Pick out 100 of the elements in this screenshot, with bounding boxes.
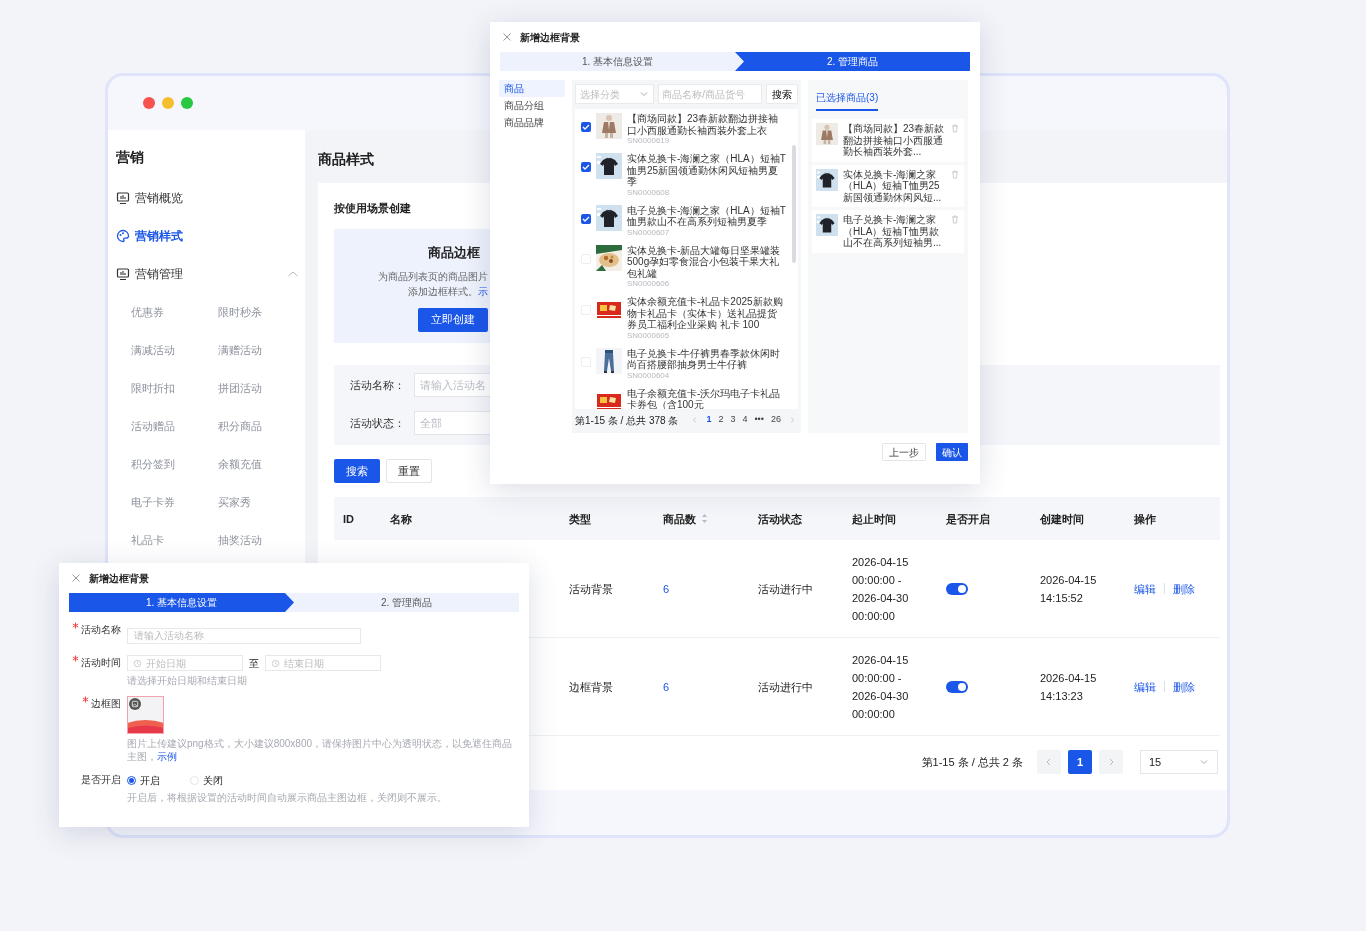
page-link[interactable]: ••• — [754, 413, 764, 427]
table-cell-text: 2026-04-15 — [852, 652, 910, 668]
selected-tab[interactable]: 已选择商品(3) — [816, 88, 879, 111]
scrollbar[interactable] — [792, 145, 796, 263]
page-size-select[interactable]: 15 — [1140, 750, 1218, 774]
checkbox[interactable] — [581, 162, 591, 172]
page-link[interactable]: 2 — [718, 413, 724, 427]
radio-label[interactable]: 关闭 — [203, 772, 223, 788]
delete-link[interactable]: 删除 — [1173, 677, 1195, 696]
field-label: 边框图 — [91, 697, 121, 711]
reset-button[interactable]: 重置 — [386, 459, 432, 483]
product-name: 实体兑换卡-海澜之家（HLA）短袖T恤男25新国领通勤休闲风短... — [843, 168, 943, 203]
close-icon[interactable] — [502, 32, 512, 42]
previous-page-button[interactable] — [1037, 750, 1061, 774]
monitor-icon — [116, 267, 130, 281]
sidebar-subitem[interactable]: 积分签到 — [131, 445, 218, 483]
example-link[interactable]: 示 — [478, 285, 488, 297]
product-name: 电子兑换卡-牛仔裤男春季款休闲时尚百搭腰部抽身男士牛仔裤 — [627, 347, 782, 371]
sidebar-item[interactable]: 营销概览 — [116, 179, 305, 217]
sidebar-subitem[interactable]: 限时折扣 — [131, 369, 218, 407]
product-name: 实体兑换卡-海澜之家（HLA）短袖T恤男25新国领通勤休闲风短袖男夏季 — [627, 153, 786, 188]
example-link[interactable]: 示例 — [157, 751, 177, 762]
sidebar-subitem[interactable]: 礼品卡 — [131, 521, 218, 559]
create-button[interactable]: 立即创建 — [418, 307, 488, 332]
table-cell-text: 2026-04-30 — [852, 688, 910, 704]
image-icon[interactable] — [129, 698, 141, 710]
sort-icon[interactable] — [700, 513, 709, 524]
step-tab[interactable]: 2. 管理商品 — [294, 593, 519, 612]
field-label: 活动名称： — [349, 377, 405, 393]
pagination-summary: 第1-15 条 / 总共 2 条 — [921, 754, 1023, 770]
column-header: ID — [343, 511, 354, 527]
field-label: 活动名称 — [81, 623, 121, 637]
product-name: 实体兑换卡-新品大罐每日坚果罐装500g孕妇零食混合小包装干果大礼包礼罐 — [627, 244, 782, 279]
confirm-button[interactable]: 确认 — [936, 443, 968, 461]
product-name: 电子兑换卡-海澜之家（HLA）短袖T恤男款山不在高系列短袖男夏季 — [627, 204, 786, 228]
delete-link[interactable]: 删除 — [1173, 579, 1195, 598]
page-link[interactable]: 1 — [706, 413, 712, 427]
search-button[interactable]: 搜索 — [766, 84, 798, 104]
trash-icon[interactable] — [950, 168, 960, 179]
table-cell-text: 14:13:23 — [1040, 688, 1084, 704]
edit-link[interactable]: 编辑 — [1134, 579, 1156, 598]
menu-item[interactable]: 商品分组 — [499, 97, 565, 114]
edit-link[interactable]: 编辑 — [1134, 677, 1156, 696]
product-name: 电子余额充值卡-沃尔玛电子卡礼品卡券包（含100元 — [627, 387, 782, 409]
step-tab[interactable]: 2. 管理商品 — [735, 52, 970, 71]
sidebar-item[interactable]: 营销样式 — [116, 217, 305, 255]
toggle-switch[interactable] — [946, 582, 968, 595]
field-hint: 开启后，将根据设置的活动时间自动展示商品主图边框，关闭则不展示。 — [127, 791, 448, 804]
column-header: 操作 — [1134, 511, 1156, 527]
input-field[interactable]: 全部 — [414, 411, 490, 435]
page-button[interactable]: 1 — [1068, 750, 1092, 774]
sidebar-subitem[interactable]: 抽奖活动 — [218, 521, 305, 559]
trash-icon[interactable] — [950, 123, 960, 133]
previous-step-button[interactable]: 上一步 — [882, 443, 926, 461]
page-link[interactable]: 4 — [742, 413, 748, 427]
sidebar-subitem[interactable]: 活动赠品 — [131, 407, 218, 445]
count-link[interactable]: 6 — [663, 680, 670, 693]
sidebar-subitem[interactable]: 买家秀 — [218, 483, 305, 521]
trash-icon[interactable] — [950, 214, 960, 224]
product-code: SN0000606 — [627, 279, 671, 289]
column-header: 类型 — [569, 511, 591, 527]
monitor-icon — [116, 191, 130, 205]
menu-item[interactable]: 商品品牌 — [499, 114, 565, 131]
product-name: 【商场同款】23春新款翻边拼接袖口小西服通勤长袖西装外套... — [843, 123, 945, 158]
sidebar-item[interactable]: 营销管理 — [116, 255, 305, 293]
checkbox[interactable] — [581, 122, 591, 132]
sidebar-subitem[interactable]: 优惠券 — [131, 293, 218, 331]
sidebar-subitem[interactable]: 满减活动 — [131, 331, 218, 369]
menu-item[interactable]: 商品 — [499, 80, 565, 97]
search-button[interactable]: 搜索 — [334, 459, 380, 483]
sidebar-subitem[interactable]: 拼团活动 — [218, 369, 305, 407]
sidebar-subitem[interactable]: 余额充值 — [218, 445, 305, 483]
sidebar-subitem[interactable]: 积分商品 — [218, 407, 305, 445]
maximize-button[interactable] — [181, 97, 193, 109]
product-code: SN0000619 — [627, 136, 671, 146]
table-cell-text: 2026-04-15 — [852, 554, 910, 570]
table-cell-text: 2026-04-15 — [1040, 670, 1098, 686]
count-link[interactable]: 6 — [663, 582, 670, 595]
page-link[interactable]: 26 — [770, 413, 781, 427]
close-button[interactable] — [143, 97, 155, 109]
input-field[interactable]: 请输入活动名 — [414, 373, 490, 397]
checkbox[interactable] — [581, 213, 591, 224]
table-cell: 边框背景 — [569, 680, 613, 693]
sidebar-subitem[interactable]: 满赠活动 — [218, 331, 305, 369]
next-page-button[interactable] — [1099, 750, 1123, 774]
step-tab[interactable]: 1. 基本信息设置 — [500, 52, 735, 71]
table-cell: 活动进行中 — [758, 582, 813, 595]
input-field[interactable]: 请输入活动名称 — [127, 627, 361, 644]
radio-label[interactable]: 开启 — [140, 772, 160, 788]
page-link[interactable]: 3 — [730, 413, 736, 427]
step-tab[interactable]: 1. 基本信息设置 — [69, 593, 294, 612]
toggle-switch[interactable] — [946, 680, 968, 693]
product-code: SN0000604 — [627, 370, 671, 381]
close-icon[interactable] — [71, 573, 81, 583]
palette-icon — [116, 229, 130, 243]
sidebar-subitem[interactable]: 电子卡券 — [131, 483, 218, 521]
sidebar-subitem[interactable]: 限时秒杀 — [218, 293, 305, 331]
minimize-button[interactable] — [162, 97, 174, 109]
product-code: SN0000607 — [627, 227, 671, 238]
field-hint: 请选择开始日期和结束日期 — [127, 674, 248, 687]
